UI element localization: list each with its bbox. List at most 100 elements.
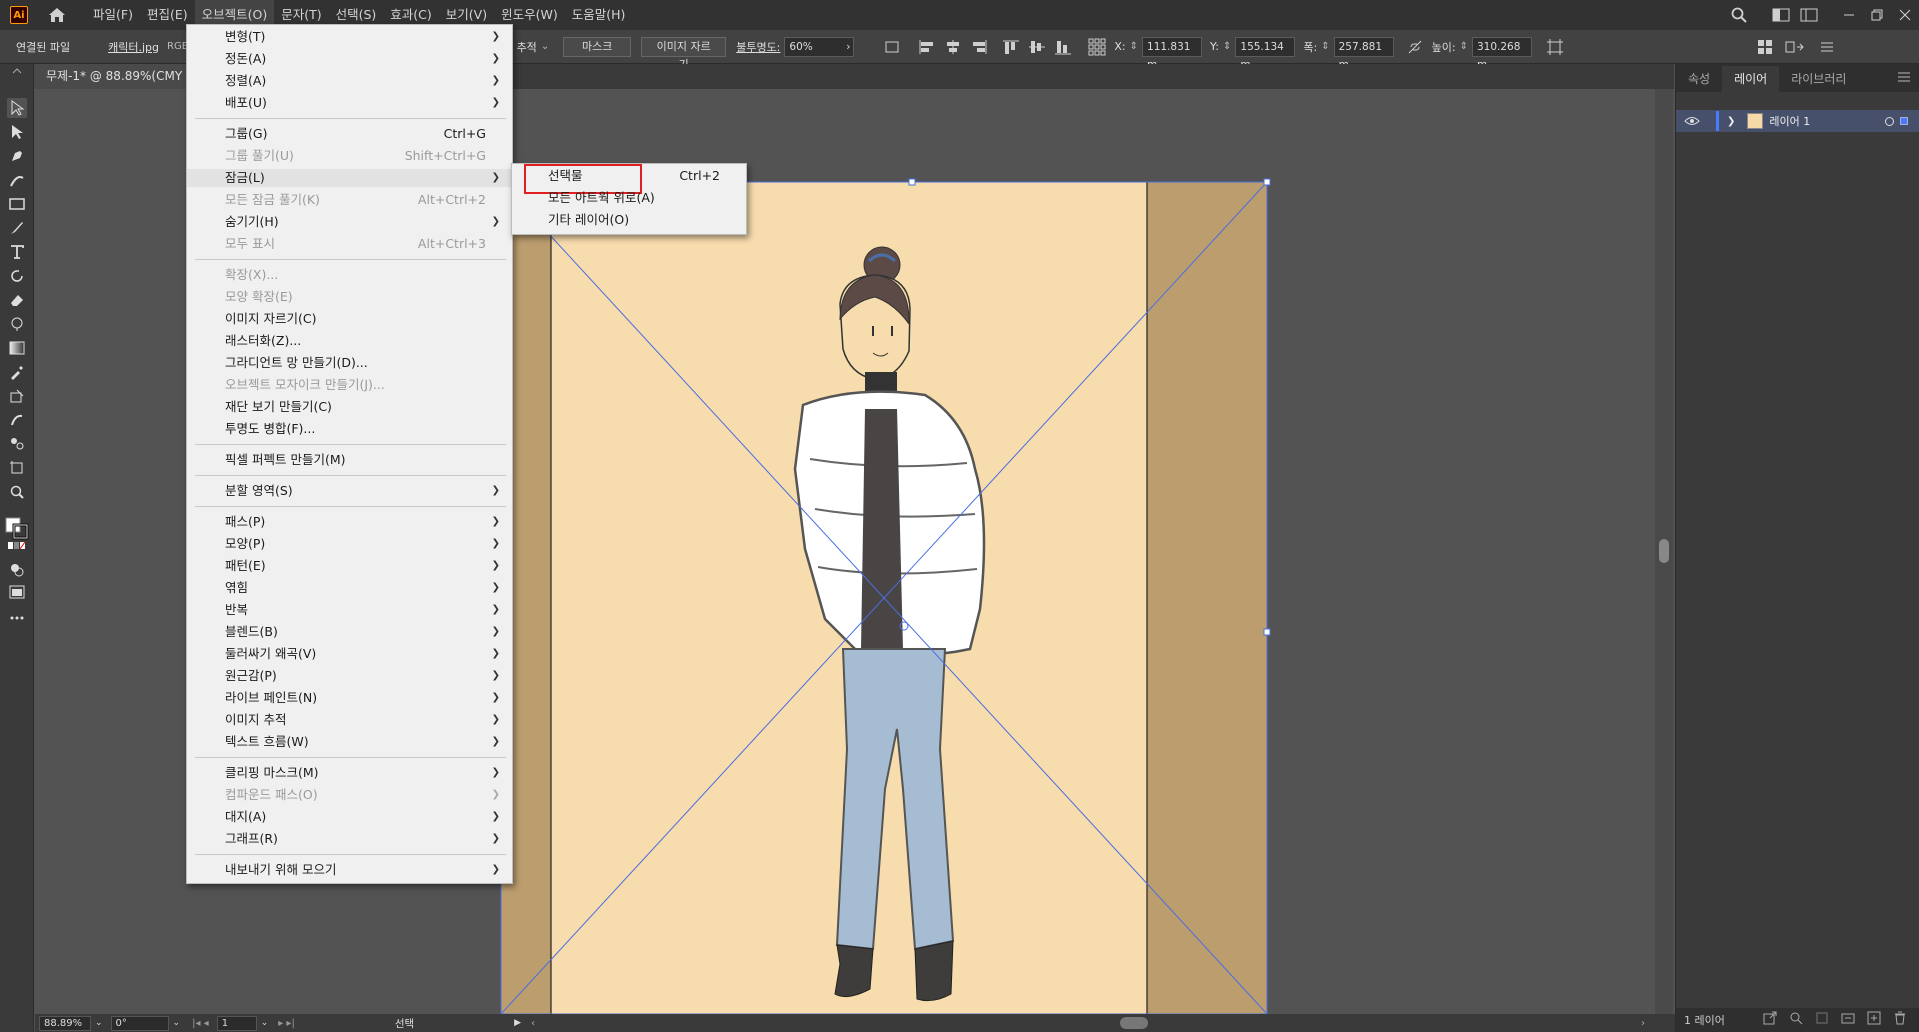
width-stepper-icon[interactable]: ⇕ [1321, 41, 1329, 52]
menu-help[interactable]: 도움말(H) [565, 0, 633, 30]
menu-item[interactable]: 클리핑 마스크(M) ❯ [187, 764, 512, 782]
search-icon[interactable] [1725, 0, 1753, 30]
menu-item[interactable]: 그래프(R) ❯ [187, 830, 512, 848]
constrain-proportions-icon[interactable] [1404, 36, 1426, 58]
menu-item[interactable]: 대지(A) ❯ [187, 808, 512, 826]
width-field[interactable]: 257.881 m [1333, 36, 1394, 71]
scroll-left-icon[interactable]: ‹ [531, 1018, 535, 1029]
menu-item[interactable]: 배포(U) ❯ [187, 94, 512, 112]
panel-menu-icon[interactable] [1897, 71, 1911, 86]
selection-tool-icon[interactable] [7, 98, 27, 118]
trace-dropdown-icon[interactable]: ⌄ [541, 41, 549, 52]
menu-item[interactable]: 재단 보기 만들기(C) [187, 398, 512, 416]
panel-menu-icon[interactable] [1816, 36, 1838, 58]
menu-item[interactable]: 잠금(L) ❯ [187, 169, 512, 187]
minimize-icon[interactable] [1835, 0, 1863, 30]
menu-item[interactable]: 이미지 추적 ❯ [187, 711, 512, 729]
export-icon[interactable] [1763, 1011, 1781, 1029]
fill-stroke-swatch[interactable] [5, 512, 29, 540]
align-right-icon[interactable] [968, 36, 990, 58]
zoom-field[interactable]: 88.89% [39, 1015, 91, 1031]
crop-image-button[interactable]: 이미지 자르기 [641, 36, 727, 71]
locate-object-icon[interactable] [1789, 1011, 1807, 1029]
menu-item[interactable]: 둘러싸기 왜곡(V) ❯ [187, 645, 512, 663]
artboard-tool-icon[interactable] [7, 458, 27, 478]
arrange-docs-icon[interactable] [1795, 0, 1823, 30]
tab-properties[interactable]: 속성 [1676, 66, 1722, 92]
tab-libraries[interactable]: 라이브러리 [1779, 66, 1858, 92]
menu-item[interactable]: 라이브 페인트(N) ❯ [187, 689, 512, 707]
layer-target-icon[interactable] [1885, 116, 1894, 126]
menu-item[interactable]: 내보내기 위해 모으기 ❯ [187, 861, 512, 879]
submenu-item[interactable]: 선택물 Ctrl+2 [512, 167, 746, 185]
menu-item[interactable]: 패스(P) ❯ [187, 513, 512, 531]
gradient-tool-icon[interactable] [7, 338, 27, 358]
menu-item[interactable]: 투명도 병합(F)... [187, 420, 512, 438]
symbol-sprayer-tool-icon[interactable] [7, 434, 27, 454]
zoom-dropdown-icon[interactable]: ⌄ [95, 1018, 103, 1028]
panel-arrange-icon[interactable] [1754, 36, 1776, 58]
filename-link[interactable]: 캐릭터.jpg [108, 39, 159, 55]
delete-layer-icon[interactable] [1893, 1011, 1911, 1029]
vertical-scroll-thumb[interactable] [1659, 539, 1669, 563]
height-stepper-icon[interactable]: ⇕ [1460, 41, 1468, 52]
paintbrush-tool-icon[interactable] [7, 218, 27, 238]
status-menu-icon[interactable]: ▶ [514, 1018, 521, 1028]
document-tab[interactable]: 무제-1* @ 88.89%(CMY [34, 64, 195, 89]
live-paint-tool-icon[interactable] [7, 386, 27, 406]
menu-item[interactable]: 이미지 자르기(C) [187, 310, 512, 328]
menu-item[interactable]: 패턴(E) ❯ [187, 557, 512, 575]
linked-file-label[interactable]: 연결된 파일 [16, 39, 70, 55]
color-mode-icons[interactable] [7, 540, 27, 552]
y-stepper-icon[interactable]: ⇕ [1223, 41, 1231, 52]
tab-layers[interactable]: 레이어 [1722, 66, 1780, 92]
align-center-icon[interactable] [942, 36, 964, 58]
pen-tool-icon[interactable] [7, 146, 27, 166]
layer-name[interactable]: 레이어 1 [1769, 113, 1810, 129]
close-icon[interactable] [1891, 0, 1919, 30]
rotate-tool-icon[interactable] [7, 266, 27, 286]
puppet-warp-tool-icon[interactable] [7, 410, 27, 430]
menu-item[interactable]: 픽셀 퍼펙트 만들기(M) [187, 451, 512, 469]
expand-layer-icon[interactable]: ❯ [1727, 116, 1735, 127]
transform-again-icon[interactable] [1544, 36, 1566, 58]
artboard-number-field[interactable]: 1 [216, 1015, 257, 1031]
mask-button[interactable]: 마스크 [563, 36, 632, 57]
artboard-nav-last-icon[interactable]: ▸ ▸| [278, 1018, 295, 1029]
menu-item[interactable]: 변형(T) ❯ [187, 28, 512, 46]
distribute-icon[interactable] [1784, 36, 1806, 58]
reference-point-icon[interactable] [1086, 36, 1108, 58]
visibility-eye-icon[interactable] [1684, 115, 1700, 127]
menu-item[interactable]: 텍스트 흐름(W) ❯ [187, 733, 512, 751]
artboard-dropdown-icon[interactable]: ⌄ [261, 1018, 269, 1028]
horizontal-scroll-thumb[interactable] [1120, 1017, 1148, 1029]
menu-item[interactable]: 숨기기(H) ❯ [187, 213, 512, 231]
home-icon[interactable] [46, 4, 68, 26]
type-tool-icon[interactable] [7, 242, 27, 262]
eyedropper-tool-icon[interactable] [7, 362, 27, 382]
zoom-tool-icon[interactable] [7, 482, 27, 502]
rotation-field[interactable]: 0° [110, 1015, 169, 1031]
rotation-dropdown-icon[interactable]: ⌄ [173, 1018, 181, 1028]
layer-selection-indicator[interactable] [1900, 117, 1908, 125]
eraser-tool-icon[interactable] [7, 290, 27, 310]
rectangle-tool-icon[interactable] [7, 194, 27, 214]
submenu-item[interactable]: 기타 레이어(O) [512, 211, 746, 229]
more-tools-icon[interactable] [7, 608, 27, 628]
menu-item[interactable]: 그라디언트 망 만들기(D)... [187, 354, 512, 372]
menu-item[interactable]: 정렬(A) ❯ [187, 72, 512, 90]
new-sublayer-icon[interactable] [1841, 1011, 1859, 1029]
opacity-field[interactable]: 60% › [784, 36, 855, 57]
menu-item[interactable]: 엮힘 ❯ [187, 579, 512, 597]
align-top-icon[interactable] [1000, 36, 1022, 58]
menu-item[interactable]: 원근감(P) ❯ [187, 667, 512, 685]
menu-file[interactable]: 파일(F) [86, 0, 140, 30]
artboard-nav-first-icon[interactable]: |◂ ◂ [192, 1018, 209, 1029]
new-layer-icon[interactable] [1867, 1011, 1885, 1029]
menu-item[interactable]: 그룹(G) Ctrl+G [187, 125, 512, 143]
image-trace-button[interactable]: 추적 [517, 39, 537, 55]
toolbar-collapse-icon[interactable] [12, 68, 22, 74]
y-field[interactable]: 155.134 m [1235, 36, 1296, 71]
vertical-scrollbar[interactable] [1655, 89, 1673, 1014]
workspace-icon[interactable] [1767, 0, 1795, 30]
